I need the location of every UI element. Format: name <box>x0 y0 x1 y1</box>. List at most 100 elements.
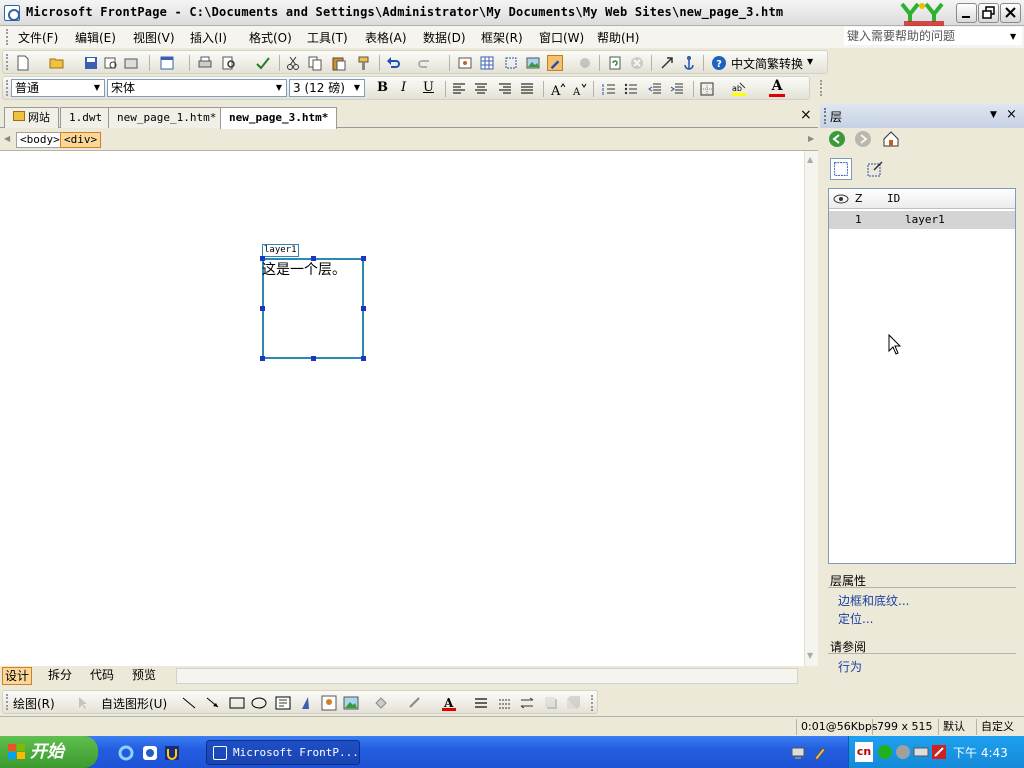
font-size-select[interactable]: 3 (12 磅) ▼ <box>289 79 365 97</box>
wordart-icon[interactable] <box>299 695 315 711</box>
borders-shading-link[interactable]: 边框和底纹... <box>838 592 909 609</box>
shadow-style-icon[interactable] <box>543 695 559 711</box>
tab-code-view[interactable]: 代码 <box>88 667 116 685</box>
minimize-button[interactable] <box>956 3 977 23</box>
increase-font-icon[interactable]: A <box>549 81 565 97</box>
decrease-indent-icon[interactable] <box>647 81 663 97</box>
save-icon[interactable] <box>83 55 99 71</box>
line-style-icon[interactable] <box>473 695 489 711</box>
fill-color-icon[interactable] <box>373 695 389 711</box>
cut-icon[interactable] <box>285 55 301 71</box>
convert-dropdown-icon[interactable]: ▼ <box>807 57 813 66</box>
insert-picture-icon[interactable] <box>525 55 541 71</box>
toolbar-options-icon[interactable] <box>820 80 823 96</box>
bullets-icon[interactable] <box>623 81 639 97</box>
pane-grip[interactable] <box>824 108 827 124</box>
toolbar-options-icon[interactable] <box>591 695 594 711</box>
tag-scroll-left-icon[interactable]: ◀ <box>4 134 10 143</box>
print-preview-icon[interactable] <box>221 55 237 71</box>
network-tray-icon[interactable] <box>790 745 808 761</box>
refresh-icon[interactable] <box>607 55 623 71</box>
download-time-status[interactable]: 0:01@56Kbps <box>796 719 882 735</box>
resize-handle-sw[interactable] <box>260 356 265 361</box>
help-dropdown-icon[interactable]: ▼ <box>1010 32 1016 41</box>
insert-table-icon[interactable] <box>479 55 495 71</box>
resize-handle-se[interactable] <box>361 356 366 361</box>
forward-icon[interactable] <box>854 130 872 148</box>
custom-status[interactable]: 自定义 <box>976 719 1018 735</box>
autoshapes-menu-button[interactable]: 自选图形(U) <box>101 695 167 712</box>
menu-window[interactable]: 窗口(W) <box>539 29 584 46</box>
arrow-style-icon[interactable] <box>519 695 535 711</box>
tab-design-view[interactable]: 设计 <box>2 667 33 685</box>
menu-tools[interactable]: 工具(T) <box>307 29 348 46</box>
select-pointer-icon[interactable] <box>75 695 91 711</box>
menu-insert[interactable]: 插入(I) <box>190 29 227 46</box>
paste-icon[interactable] <box>331 55 347 71</box>
layer-label-tag[interactable]: layer1 <box>262 244 299 257</box>
visibility-eye-icon[interactable] <box>833 193 849 205</box>
resize-handle-w[interactable] <box>260 306 265 311</box>
line-tool-icon[interactable] <box>181 695 197 711</box>
resize-handle-s[interactable] <box>311 356 316 361</box>
clock[interactable]: 下午 4:43 <box>953 744 1008 761</box>
format-painter-icon[interactable] <box>355 55 371 71</box>
menu-format[interactable]: 格式(O) <box>249 29 292 46</box>
style-select[interactable]: 普通 ▼ <box>11 79 105 97</box>
align-right-icon[interactable] <box>497 81 513 97</box>
back-icon[interactable] <box>828 130 846 148</box>
z-index-column-header[interactable]: Z <box>855 192 863 205</box>
draw-menu-button[interactable]: 绘图(R) <box>13 695 55 712</box>
positioning-link[interactable]: 定位... <box>838 610 873 627</box>
keyboard-tray-icon[interactable] <box>913 744 929 760</box>
tab-new-page-1[interactable]: new_page_1.htm* <box>108 107 226 128</box>
menu-frames[interactable]: 框架(R) <box>481 29 523 46</box>
green-tray-icon[interactable] <box>877 744 893 760</box>
default-status[interactable]: 默认 <box>938 719 969 735</box>
numbering-icon[interactable] <box>601 81 617 97</box>
menu-data[interactable]: 数据(D) <box>423 29 466 46</box>
insert-layer-icon[interactable] <box>503 55 519 71</box>
close-button[interactable] <box>1000 3 1021 23</box>
id-column-header[interactable]: ID <box>887 192 900 205</box>
pane-menu-dropdown-icon[interactable]: ▼ <box>990 110 997 120</box>
browser-quicklaunch-icon[interactable] <box>142 745 158 761</box>
pen-tray-icon[interactable] <box>812 745 828 761</box>
new-page-icon[interactable] <box>15 55 31 71</box>
toolbar-grip[interactable] <box>6 694 9 710</box>
tab-new-page-3[interactable]: new_page_3.htm* <box>220 107 338 129</box>
tag-body[interactable]: <body> <box>16 132 64 148</box>
menu-table[interactable]: 表格(A) <box>365 29 407 46</box>
home-icon[interactable] <box>882 130 900 148</box>
chinese-convert-button[interactable]: 中文简繁转换 <box>731 55 803 72</box>
align-center-icon[interactable] <box>473 81 489 97</box>
tag-scroll-right-icon[interactable]: ▶ <box>808 134 814 143</box>
3d-style-icon[interactable] <box>565 695 581 711</box>
highlight-icon[interactable]: ab <box>731 81 747 97</box>
tab-split-view[interactable]: 拆分 <box>46 667 74 685</box>
page-size-status[interactable]: 799 x 515 <box>872 719 937 735</box>
toolbar-grip[interactable] <box>6 80 9 96</box>
pane-close-icon[interactable]: × <box>1006 107 1017 122</box>
spelling-icon[interactable] <box>255 55 271 71</box>
publish-icon[interactable] <box>123 55 139 71</box>
layer-row[interactable]: 1 layer1 <box>829 211 1015 229</box>
resize-handle-ne[interactable] <box>361 256 366 261</box>
app-quicklaunch-icon[interactable] <box>164 745 180 761</box>
print-icon[interactable] <box>197 55 213 71</box>
open-folder-icon[interactable] <box>49 55 65 71</box>
red-app-tray-icon[interactable] <box>931 744 947 760</box>
copy-icon[interactable] <box>307 55 323 71</box>
dash-style-icon[interactable] <box>497 695 513 711</box>
bold-button[interactable]: B <box>377 80 388 95</box>
scroll-down-icon[interactable]: ▼ <box>807 651 813 660</box>
start-button[interactable]: 开始 <box>0 736 98 768</box>
taskbar-window-frontpage[interactable]: Microsoft FrontP... <box>206 740 360 765</box>
undo-icon[interactable] <box>385 55 401 71</box>
scroll-up-icon[interactable]: ▲ <box>807 155 813 164</box>
tab-1-dwt[interactable]: 1.dwt <box>60 107 112 128</box>
tab-preview[interactable]: 预览 <box>130 667 158 685</box>
horizontal-scrollbar[interactable] <box>176 668 798 684</box>
search-files-icon[interactable] <box>103 55 119 71</box>
close-document-button[interactable]: × <box>800 107 812 123</box>
